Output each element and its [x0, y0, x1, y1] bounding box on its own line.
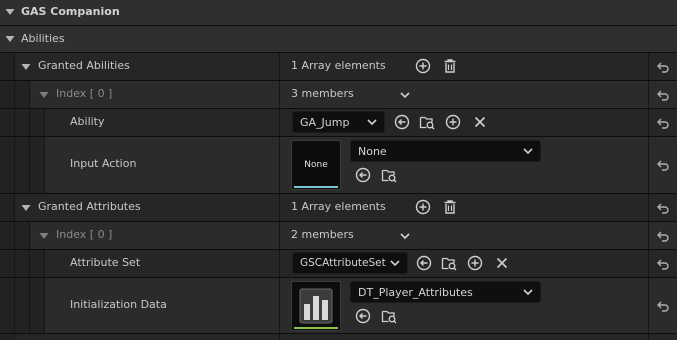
thumbnail-text: None [304, 160, 328, 170]
browse-asset-icon[interactable] [441, 255, 457, 271]
ability-class-picker[interactable]: GA_Jump [292, 111, 385, 133]
clear-icon[interactable] [472, 114, 488, 130]
abilities-category[interactable]: Abilities [0, 26, 677, 53]
ability-label: Ability [70, 115, 105, 128]
use-selected-icon[interactable] [355, 308, 371, 324]
index-label: Index [ 0 ] [56, 87, 113, 100]
chevron-down-icon[interactable] [397, 87, 413, 103]
gas-companion-header[interactable]: GAS Companion [0, 0, 677, 26]
header-title: GAS Companion [21, 5, 120, 18]
members-count: 2 members [291, 228, 354, 241]
reset-to-default-icon[interactable] [649, 53, 677, 80]
browse-asset-icon[interactable] [381, 167, 397, 183]
ability-value: GA_Jump [300, 115, 350, 129]
chevron-down-icon [367, 118, 377, 126]
reset-to-default-icon[interactable] [649, 109, 677, 136]
input-action-row: Input Action None None [0, 137, 677, 194]
browse-asset-icon[interactable] [381, 308, 397, 324]
chevron-down-icon [523, 147, 533, 155]
reset-to-default-icon[interactable] [649, 222, 677, 249]
add-icon[interactable] [445, 114, 461, 130]
initialization-data-asset-picker[interactable]: DT_Player_Attributes [350, 281, 541, 303]
chevron-down-icon[interactable] [397, 228, 413, 244]
input-action-asset-picker[interactable]: None [350, 140, 541, 162]
expand-caret-icon[interactable] [21, 63, 31, 71]
use-selected-icon[interactable] [394, 114, 410, 130]
add-element-icon[interactable] [415, 199, 431, 215]
granted-attributes-count: 1 Array elements [291, 200, 386, 213]
granted-attributes-index-row: Index [ 0 ] 2 members [0, 222, 677, 250]
initialization-data-value: DT_Player_Attributes [358, 285, 473, 299]
granted-abilities-index-row: Index [ 0 ] 3 members [0, 81, 677, 109]
input-action-label: Input Action [70, 157, 137, 170]
attribute-set-row: Attribute Set GSCAttributeSet [0, 250, 677, 278]
use-selected-icon[interactable] [416, 255, 432, 271]
add-icon[interactable] [467, 255, 483, 271]
initialization-data-row: Initialization Data DT_Player_Attributes [0, 278, 677, 334]
add-element-icon[interactable] [415, 58, 431, 74]
trash-icon[interactable] [442, 199, 458, 215]
data-table-thumbnail[interactable] [291, 281, 341, 331]
attribute-set-label: Attribute Set [70, 256, 141, 269]
reset-to-default-icon[interactable] [649, 278, 677, 333]
input-action-thumbnail[interactable]: None [291, 140, 341, 190]
expand-caret-icon[interactable] [39, 232, 49, 240]
initialization-data-label: Initialization Data [70, 298, 167, 311]
browse-asset-icon[interactable] [419, 114, 435, 130]
expand-caret-icon[interactable] [21, 204, 31, 212]
expand-caret-icon[interactable] [39, 91, 49, 99]
expand-caret-icon[interactable] [5, 8, 15, 16]
trash-icon[interactable] [442, 58, 458, 74]
index-label: Index [ 0 ] [56, 228, 113, 241]
clear-icon[interactable] [494, 255, 510, 271]
expand-caret-icon[interactable] [5, 35, 15, 43]
granted-abilities-row: Granted Abilities 1 Array elements [0, 53, 677, 81]
reset-to-default-icon[interactable] [649, 137, 677, 193]
input-action-value: None [358, 144, 387, 158]
attribute-set-value: GSCAttributeSet [300, 257, 386, 269]
granted-abilities-label: Granted Abilities [38, 59, 130, 72]
ability-row: Ability GA_Jump [0, 109, 677, 137]
reset-to-default-icon[interactable] [649, 250, 677, 277]
reset-to-default-icon[interactable] [649, 194, 677, 221]
granted-attributes-label: Granted Attributes [38, 200, 141, 213]
members-count: 3 members [291, 87, 354, 100]
chevron-down-icon [523, 288, 533, 296]
reset-to-default-icon[interactable] [649, 81, 677, 108]
granted-attributes-row: Granted Attributes 1 Array elements [0, 194, 677, 222]
data-table-icon [299, 288, 333, 324]
abilities-category-label: Abilities [21, 32, 65, 45]
granted-abilities-count: 1 Array elements [291, 59, 386, 72]
next-row-sliver [0, 334, 677, 340]
use-selected-icon[interactable] [355, 167, 371, 183]
chevron-down-icon [390, 259, 400, 267]
attribute-set-class-picker[interactable]: GSCAttributeSet [292, 252, 408, 274]
